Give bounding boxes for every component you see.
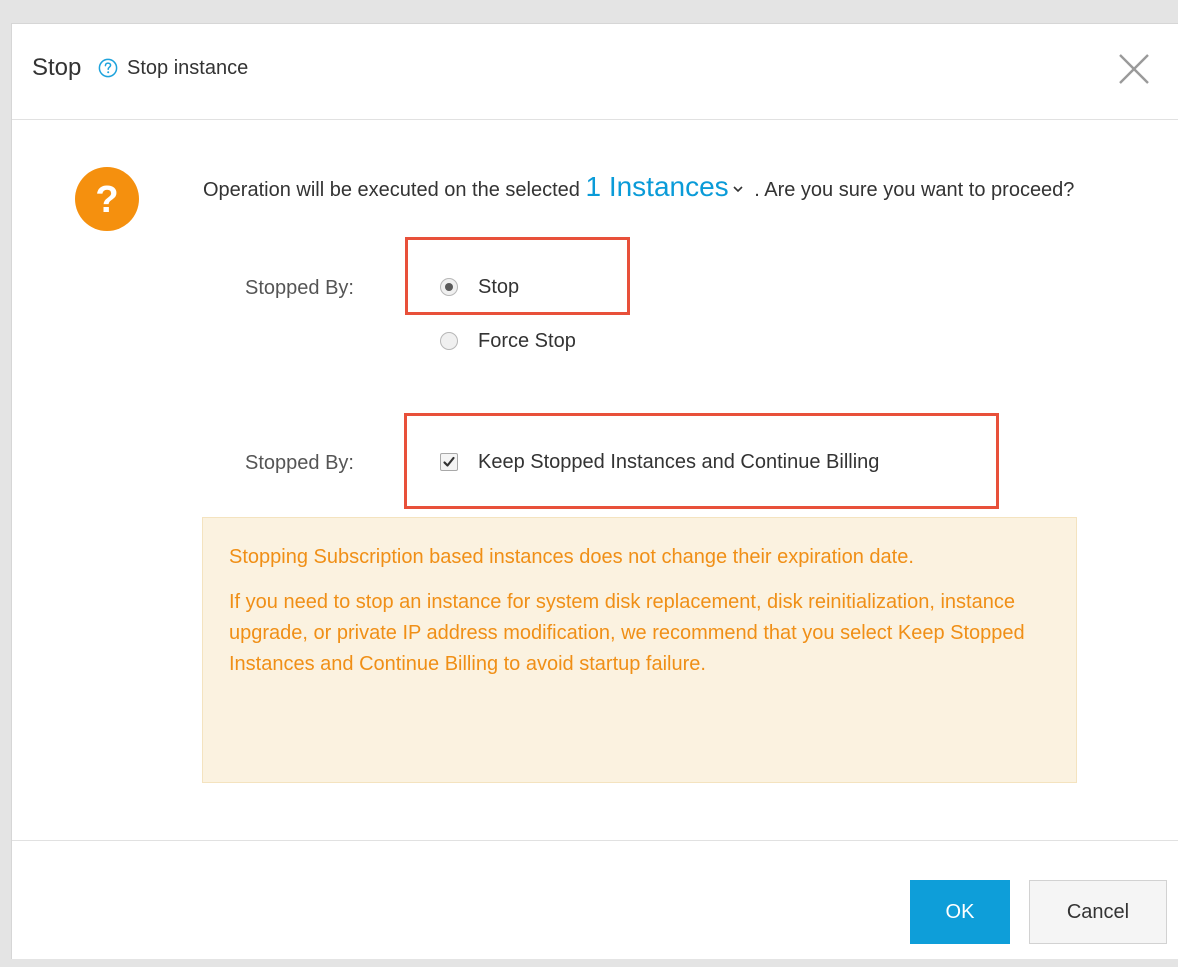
message-prefix: Operation will be executed on the select…	[203, 179, 580, 201]
confirmation-message: Operation will be executed on the select…	[203, 169, 1083, 208]
stop-instance-dialog: Stop Stop instance ? Operation will be e…	[11, 23, 1178, 959]
highlight-box-billing	[404, 413, 999, 509]
chevron-down-icon	[733, 186, 743, 192]
cancel-button[interactable]: Cancel	[1029, 880, 1167, 944]
dialog-header: Stop Stop instance	[12, 24, 1178, 120]
radio-force-stop-indicator[interactable]	[440, 332, 458, 350]
svg-text:?: ?	[95, 179, 118, 221]
radio-force-stop-label: Force Stop	[478, 329, 576, 352]
question-circle-icon[interactable]	[98, 58, 118, 78]
notice-line-2: If you need to stop an instance for syst…	[229, 591, 1025, 675]
message-suffix: . Are you sure you want to proceed?	[754, 179, 1075, 201]
highlight-box-stop	[405, 237, 630, 315]
dialog-title: Stop	[32, 54, 82, 81]
instances-count-label: 1 Instances	[585, 171, 729, 202]
instances-dropdown-link[interactable]: 1 Instances	[585, 171, 748, 202]
question-mark-icon: ?	[75, 167, 139, 231]
notice-line-1: Stopping Subscription based instances do…	[229, 546, 914, 568]
footer-divider	[12, 840, 1178, 841]
billing-label: Stopped By:	[245, 452, 354, 474]
radio-force-stop[interactable]: Force Stop	[440, 326, 576, 356]
ok-button[interactable]: OK	[910, 880, 1010, 944]
close-icon[interactable]	[1116, 51, 1152, 87]
dialog-subtitle: Stop instance	[127, 57, 249, 79]
notice-panel: Stopping Subscription based instances do…	[202, 517, 1077, 783]
stop-mode-label: Stopped By:	[245, 277, 354, 299]
